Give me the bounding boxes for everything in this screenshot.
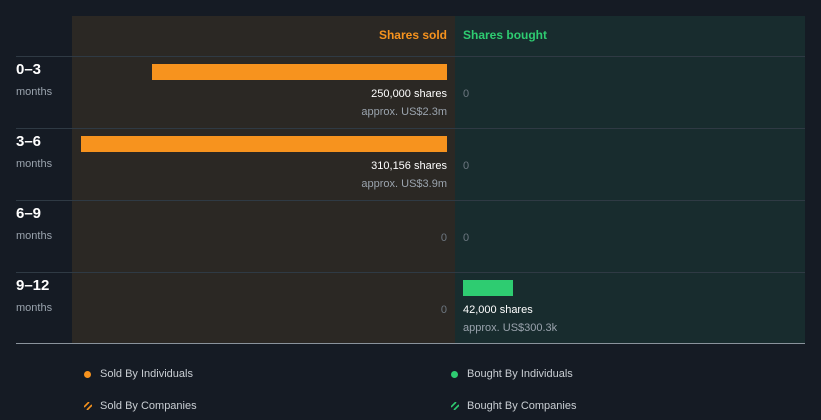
bought-zero-value: 0: [463, 88, 470, 100]
sold-approx-value: approx. US$2.3m: [361, 106, 447, 118]
legend-item: Bought By Individuals: [451, 368, 573, 380]
legend-label: Bought By Individuals: [467, 368, 573, 380]
row-divider: [16, 272, 805, 273]
row-divider: [16, 200, 805, 201]
row-divider: [16, 56, 805, 57]
legend-dot-icon: [451, 370, 458, 378]
sold-shares-value: 310,156 shares: [371, 160, 447, 172]
period-label: 6–9: [16, 205, 42, 222]
sold-bar: [81, 136, 447, 152]
sold-zero-value: 0: [440, 304, 447, 316]
bought-shares-value: 42,000 shares: [463, 304, 533, 316]
sold-zero-value: 0: [440, 232, 447, 244]
legend-label: Sold By Companies: [100, 400, 197, 412]
legend-item: Sold By Individuals: [84, 368, 193, 380]
period-unit: months: [16, 230, 53, 242]
bought-zero-value: 0: [463, 232, 470, 244]
legend-label: Sold By Individuals: [100, 368, 193, 380]
period-label: 3–6: [16, 133, 42, 150]
sold-shares-value: 250,000 shares: [371, 88, 447, 100]
bought-bar: [463, 280, 513, 296]
period-label: 0–3: [16, 61, 42, 78]
shares-sold-header: Shares sold: [378, 28, 447, 42]
bought-approx-value: approx. US$300.3k: [463, 322, 558, 334]
legend-label: Bought By Companies: [467, 400, 577, 412]
period-label: 9–12: [16, 277, 50, 294]
sold-approx-value: approx. US$3.9m: [361, 178, 447, 190]
legend-dot-icon: [84, 370, 91, 378]
sold-bar: [151, 64, 447, 80]
legend-item: Sold By Companies: [84, 400, 197, 412]
legend-hatch-icon: [451, 402, 459, 410]
chart-bottom-divider: [16, 343, 805, 344]
period-unit: months: [16, 302, 53, 314]
legend-hatch-icon: [84, 402, 92, 410]
bought-zero-value: 0: [463, 160, 470, 172]
legend-item: Bought By Companies: [451, 400, 576, 412]
period-unit: months: [16, 158, 53, 170]
shares-bought-header: Shares bought: [463, 28, 548, 42]
period-unit: months: [16, 86, 53, 98]
row-divider: [16, 128, 805, 129]
